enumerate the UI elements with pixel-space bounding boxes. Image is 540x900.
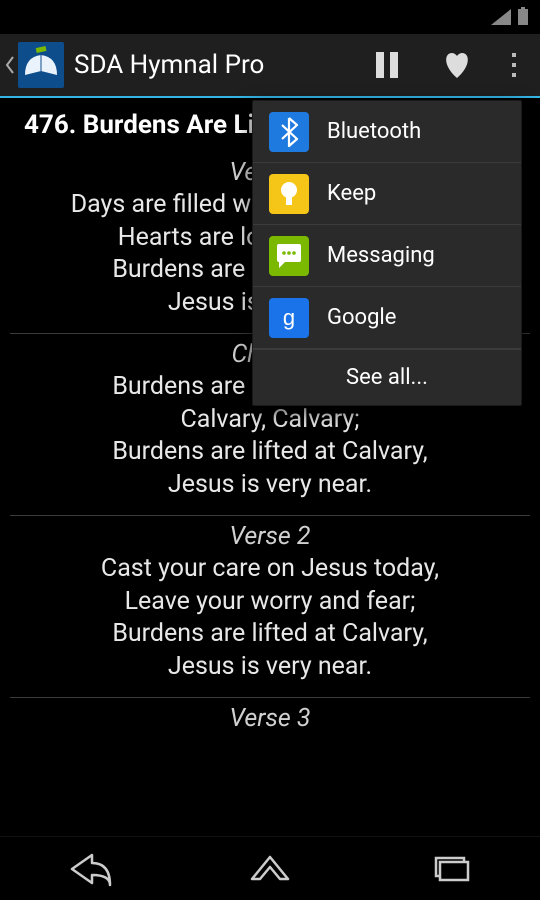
battery-icon [516, 7, 530, 27]
share-item-bluetooth[interactable]: Bluetooth [253, 101, 521, 163]
up-button[interactable]: SDA Hymnal Pro [0, 34, 264, 96]
nav-back-button[interactable] [30, 845, 150, 893]
nav-recents-icon [428, 852, 472, 886]
system-nav-bar [0, 836, 540, 900]
lyric-line: Burdens are lifted at Calvary, [12, 618, 528, 651]
app-logo-icon [18, 42, 64, 88]
share-item-label: Google [327, 305, 396, 330]
nav-home-icon [248, 851, 292, 887]
share-item-label: Keep [327, 181, 376, 206]
favorite-button[interactable] [422, 33, 492, 97]
nav-recents-button[interactable] [390, 845, 510, 893]
section-label: Verse 3 [0, 698, 540, 733]
svg-text:g: g [283, 305, 295, 330]
share-item-messaging[interactable]: Messaging [253, 225, 521, 287]
status-bar [0, 0, 540, 34]
share-see-all[interactable]: See all... [253, 349, 521, 405]
pause-button[interactable] [352, 33, 422, 97]
heart-icon [441, 50, 473, 80]
nav-back-icon [66, 851, 114, 887]
lyric-line: Jesus is very near. [12, 469, 528, 502]
app-title: SDA Hymnal Pro [74, 50, 264, 80]
overflow-icon [510, 51, 518, 79]
share-item-google[interactable]: g Google [253, 287, 521, 349]
lyric-line: Leave your worry and fear; [12, 586, 528, 619]
section-label: Verse 2 [0, 516, 540, 551]
back-chevron-icon [4, 55, 16, 75]
lyric-line: Cast your care on Jesus today, [12, 553, 528, 586]
lyrics-block: Cast your care on Jesus today, Leave you… [0, 551, 540, 697]
keep-icon [269, 174, 309, 214]
messaging-icon [269, 236, 309, 276]
google-icon: g [269, 298, 309, 338]
share-item-label: Messaging [327, 243, 435, 268]
overflow-button[interactable] [492, 33, 536, 97]
lyric-line: Jesus is very near. [12, 651, 528, 684]
signal-icon [490, 8, 512, 26]
share-item-label: Bluetooth [327, 119, 421, 144]
lyric-line: Calvary, Calvary; [12, 404, 528, 437]
lyric-line: Burdens are lifted at Calvary, [12, 436, 528, 469]
see-all-label: See all... [346, 365, 428, 390]
share-item-keep[interactable]: Keep [253, 163, 521, 225]
pause-icon [374, 50, 400, 80]
action-bar: SDA Hymnal Pro [0, 34, 540, 98]
bluetooth-icon [269, 112, 309, 152]
nav-home-button[interactable] [210, 845, 330, 893]
share-menu: Bluetooth Keep Messaging g Google See al… [252, 100, 522, 406]
